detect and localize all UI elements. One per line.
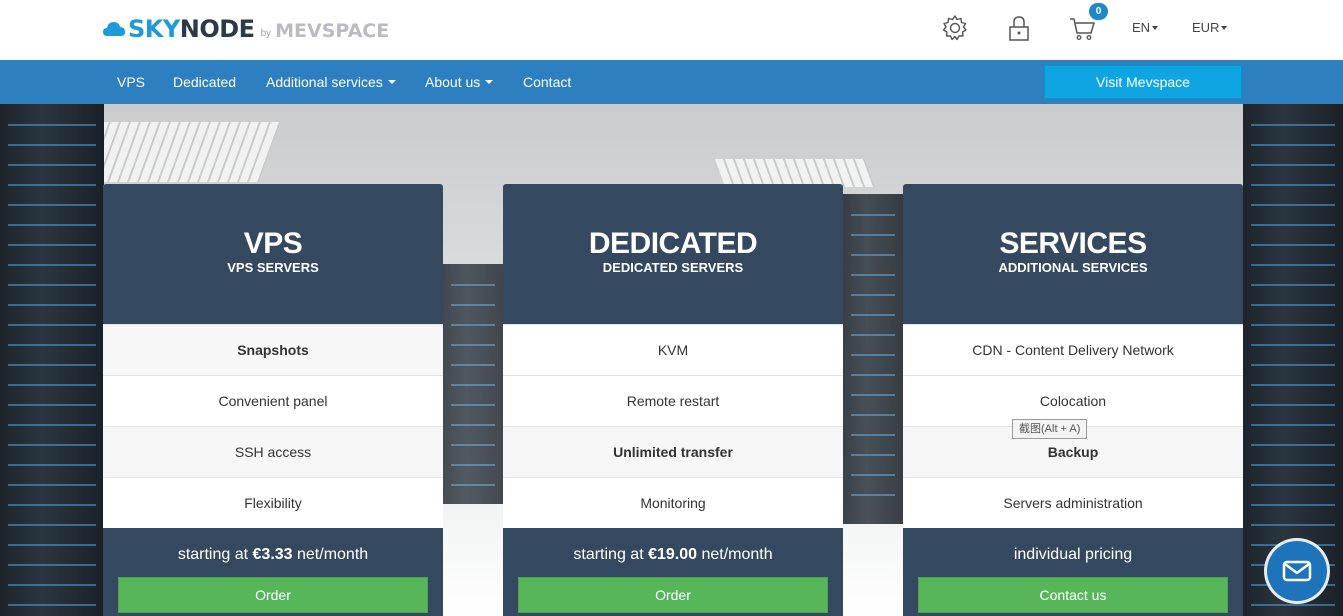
logo-by: by	[260, 27, 272, 39]
card-header: VPS VPS SERVERS	[103, 184, 443, 324]
nav-additional-services-label: Additional services	[266, 74, 383, 90]
feature-item: KVM	[503, 324, 843, 375]
logo-partner: MEVSPACE	[275, 19, 390, 42]
price-value: €19.00	[648, 546, 698, 563]
feature-item: Monitoring	[503, 477, 843, 528]
server-rack	[0, 104, 104, 616]
price-text: starting at €19.00 net/month	[503, 545, 843, 565]
card-title: DEDICATED	[588, 227, 758, 260]
price-value: €3.33	[252, 546, 293, 563]
feature-item: Flexibility	[103, 477, 443, 528]
chevron-down-icon	[485, 80, 494, 85]
logo-sky: SKY	[128, 15, 180, 43]
card-subtitle: VPS SERVERS	[227, 260, 319, 275]
ceiling-light	[79, 122, 281, 182]
nav-about-us-label: About us	[425, 74, 481, 90]
nav-about-us[interactable]: About us	[425, 60, 494, 104]
cloud-logo-icon	[103, 22, 125, 36]
pricing-card-vps: VPS VPS SERVERS Snapshots Convenient pan…	[103, 184, 443, 616]
server-rack	[1243, 104, 1343, 616]
card-title: SERVICES	[999, 227, 1147, 260]
price-text: individual pricing	[1013, 546, 1133, 563]
card-subtitle: ADDITIONAL SERVICES	[998, 260, 1148, 275]
logo-node: NODE	[179, 15, 255, 43]
card-footer: individual pricing Contact us	[903, 528, 1243, 616]
card-footer: starting at €3.33 net/month Order	[103, 528, 443, 616]
feature-item: Convenient panel	[103, 375, 443, 426]
order-button[interactable]: Order	[118, 577, 428, 613]
card-subtitle: DEDICATED SERVERS	[602, 260, 744, 275]
feature-item: CDN - Content Delivery Network	[903, 324, 1243, 375]
server-rack	[443, 264, 503, 504]
nav-vps[interactable]: VPS	[117, 60, 145, 104]
feature-item: SSH access	[103, 426, 443, 477]
card-footer: starting at €19.00 net/month Order	[503, 528, 843, 616]
envelope-icon	[1282, 560, 1312, 582]
feature-item: Servers administration	[903, 477, 1243, 528]
price-text: starting at €3.33 net/month	[103, 545, 443, 565]
price-prefix: starting at	[573, 546, 649, 563]
card-header: DEDICATED DEDICATED SERVERS	[503, 184, 843, 324]
feature-item: Snapshots	[103, 324, 443, 375]
screenshot-tooltip: 截图(Alt + A)	[1012, 419, 1088, 439]
chevron-down-icon	[1221, 25, 1228, 30]
nav-additional-services[interactable]: Additional services	[266, 60, 396, 104]
nav-dedicated[interactable]: Dedicated	[173, 60, 236, 104]
logo[interactable]: SKY NODE by MEVSPACE	[103, 14, 389, 44]
order-button[interactable]: Order	[518, 577, 828, 613]
contact-us-button[interactable]: Contact us	[918, 577, 1228, 613]
feature-item: Remote restart	[503, 375, 843, 426]
price-suffix: net/month	[292, 546, 369, 563]
server-rack	[843, 194, 903, 524]
nav-contact[interactable]: Contact	[523, 60, 571, 104]
pricing-card-services: SERVICES ADDITIONAL SERVICES CDN - Conte…	[903, 184, 1243, 616]
gear-icon[interactable]	[941, 14, 969, 42]
feature-item: Unlimited transfer	[503, 426, 843, 477]
chevron-down-icon	[387, 80, 396, 85]
currency-dropdown[interactable]: EUR	[1192, 20, 1228, 35]
cart-count-badge: 0	[1089, 3, 1108, 20]
visit-mevspace-button[interactable]: Visit Mevspace	[1044, 65, 1242, 99]
card-header: SERVICES ADDITIONAL SERVICES	[903, 184, 1243, 324]
language-dropdown[interactable]: EN	[1132, 20, 1159, 35]
price-prefix: starting at	[177, 546, 253, 563]
ceiling-light	[714, 159, 876, 187]
lock-icon[interactable]	[1005, 14, 1033, 42]
price-suffix: net/month	[697, 546, 773, 563]
card-title: VPS	[243, 227, 303, 260]
chevron-down-icon	[1152, 25, 1159, 30]
language-label: EN	[1132, 20, 1151, 35]
pricing-card-dedicated: DEDICATED DEDICATED SERVERS KVM Remote r…	[503, 184, 843, 616]
currency-label: EUR	[1192, 20, 1220, 35]
chat-button[interactable]	[1267, 541, 1327, 601]
top-header: SKY NODE by MEVSPACE 0 EN EUR	[0, 0, 1343, 60]
